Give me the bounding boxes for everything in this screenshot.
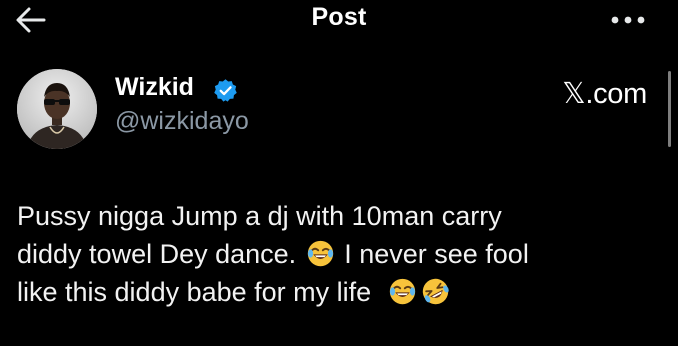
tweet-line-2-end: I never see fool — [344, 239, 529, 269]
avatar[interactable] — [17, 69, 97, 149]
tweet-line-2: diddy towel Dey dance. I never see fool — [17, 235, 657, 273]
scrollbar[interactable] — [668, 71, 671, 147]
tweet-line-3: like this diddy babe for my life — [17, 273, 657, 311]
tweet-line-3-text: like this diddy babe for my life — [17, 277, 372, 307]
tweet-line-1: Pussy nigga Jump a dj with 10man carry — [17, 201, 502, 231]
more-horizontal-icon — [611, 16, 645, 24]
tweet-text: Pussy nigga Jump a dj with 10man carry d… — [17, 197, 657, 311]
site-watermark: 𝕏.com — [562, 78, 647, 110]
page-title: Post — [311, 3, 367, 31]
author-handle[interactable]: @wizkidayo — [115, 107, 249, 136]
rolling-on-floor-laughing-emoji — [423, 278, 449, 305]
face-with-tears-of-joy-emoji — [307, 240, 333, 267]
author-name[interactable]: Wizkid — [115, 73, 194, 102]
tweet-line-2-start: diddy towel Dey dance. — [17, 239, 297, 269]
profile-photo — [17, 69, 97, 149]
face-with-tears-of-joy-emoji — [390, 278, 416, 305]
top-bar: Post — [0, 0, 678, 40]
verified-badge-icon — [214, 79, 237, 102]
more-options-button[interactable] — [605, 10, 651, 30]
